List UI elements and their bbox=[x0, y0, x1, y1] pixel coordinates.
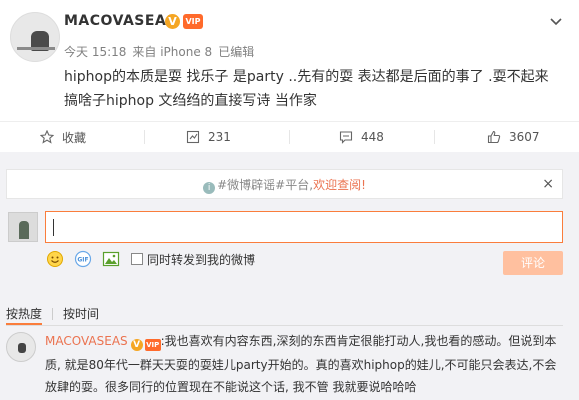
repost-checkbox-label: 同时转发到我的微博 bbox=[147, 252, 256, 267]
vip-badge-icon: VIP bbox=[144, 339, 161, 351]
post-meta: 今天 15:18 来自 iPhone 8 已编辑 bbox=[64, 43, 260, 60]
tab-sort-time[interactable]: 按时间 bbox=[63, 305, 99, 322]
checkbox-icon[interactable] bbox=[131, 253, 143, 265]
weibo-post: MACOVASEAS V VIP 今天 15:18 来自 iPhone 8 已编辑 … bbox=[0, 0, 579, 120]
commenter-avatar[interactable] bbox=[6, 332, 36, 362]
like-button[interactable]: 3607 bbox=[487, 122, 540, 152]
image-icon[interactable] bbox=[101, 249, 121, 269]
post-time[interactable]: 今天 15:18 bbox=[64, 45, 126, 59]
emoji-icon[interactable] bbox=[45, 249, 65, 269]
rumor-notice-banner: i #微博辟谣#平台,欢迎查阅! × bbox=[6, 169, 563, 199]
star-icon bbox=[40, 130, 54, 144]
tab-sort-hot[interactable]: 按热度 bbox=[6, 305, 42, 322]
text-caret bbox=[53, 219, 54, 236]
comment-input[interactable] bbox=[45, 211, 563, 243]
gif-icon[interactable]: GIF bbox=[73, 249, 93, 269]
chevron-down-icon[interactable] bbox=[549, 14, 563, 28]
verified-badge-icon: V bbox=[130, 339, 143, 351]
like-count: 3607 bbox=[509, 130, 540, 144]
comment-button[interactable]: 448 bbox=[339, 122, 384, 152]
thumbs-up-icon bbox=[487, 130, 501, 144]
favorite-button[interactable]: 收藏 bbox=[40, 122, 86, 152]
current-user-avatar[interactable] bbox=[8, 212, 38, 242]
submit-comment-button[interactable]: 评论 bbox=[503, 251, 563, 275]
comment-sort-tabs: 按热度 按时间 bbox=[6, 305, 99, 322]
repost-button[interactable]: 231 bbox=[186, 122, 231, 152]
close-icon[interactable]: × bbox=[542, 177, 554, 191]
notice-text: #微博辟谣#平台, bbox=[217, 178, 314, 192]
vip-badge-icon: VIP bbox=[183, 14, 203, 29]
comment-section: i #微博辟谣#平台,欢迎查阅! × GIF 同时转发到我的微博 评论 按热度 … bbox=[0, 152, 579, 400]
favorite-label: 收藏 bbox=[62, 130, 87, 145]
repost-count: 231 bbox=[208, 130, 231, 144]
commenter-username[interactable]: MACOVASEAS bbox=[45, 334, 128, 348]
post-action-bar: 收藏 231 448 3607 bbox=[0, 121, 579, 151]
comment-item: MACOVASEAS V VIP:我也喜欢有内容东西,深刻的东西肯定很能打动人,我也… bbox=[45, 330, 565, 398]
comment-count: 448 bbox=[361, 130, 384, 144]
post-content: hiphop的本质是耍 找乐子 是party ..先有的耍 表达都是后面的事了 … bbox=[64, 69, 549, 109]
author-avatar[interactable] bbox=[10, 12, 60, 62]
compose-toolbar: GIF 同时转发到我的微博 bbox=[45, 249, 255, 269]
post-edited-label[interactable]: 已编辑 bbox=[218, 45, 254, 59]
svg-text:GIF: GIF bbox=[77, 257, 88, 264]
post-source: 来自 iPhone 8 bbox=[132, 45, 213, 59]
comment-icon bbox=[339, 131, 353, 144]
verified-badge-icon: V bbox=[165, 14, 180, 29]
repost-checkbox[interactable]: 同时转发到我的微博 bbox=[131, 251, 255, 268]
repost-icon bbox=[186, 130, 200, 144]
info-icon: i bbox=[203, 182, 216, 194]
divider bbox=[6, 325, 563, 326]
notice-link[interactable]: 欢迎查阅! bbox=[313, 178, 366, 192]
author-username[interactable]: MACOVASEAS bbox=[64, 13, 177, 29]
